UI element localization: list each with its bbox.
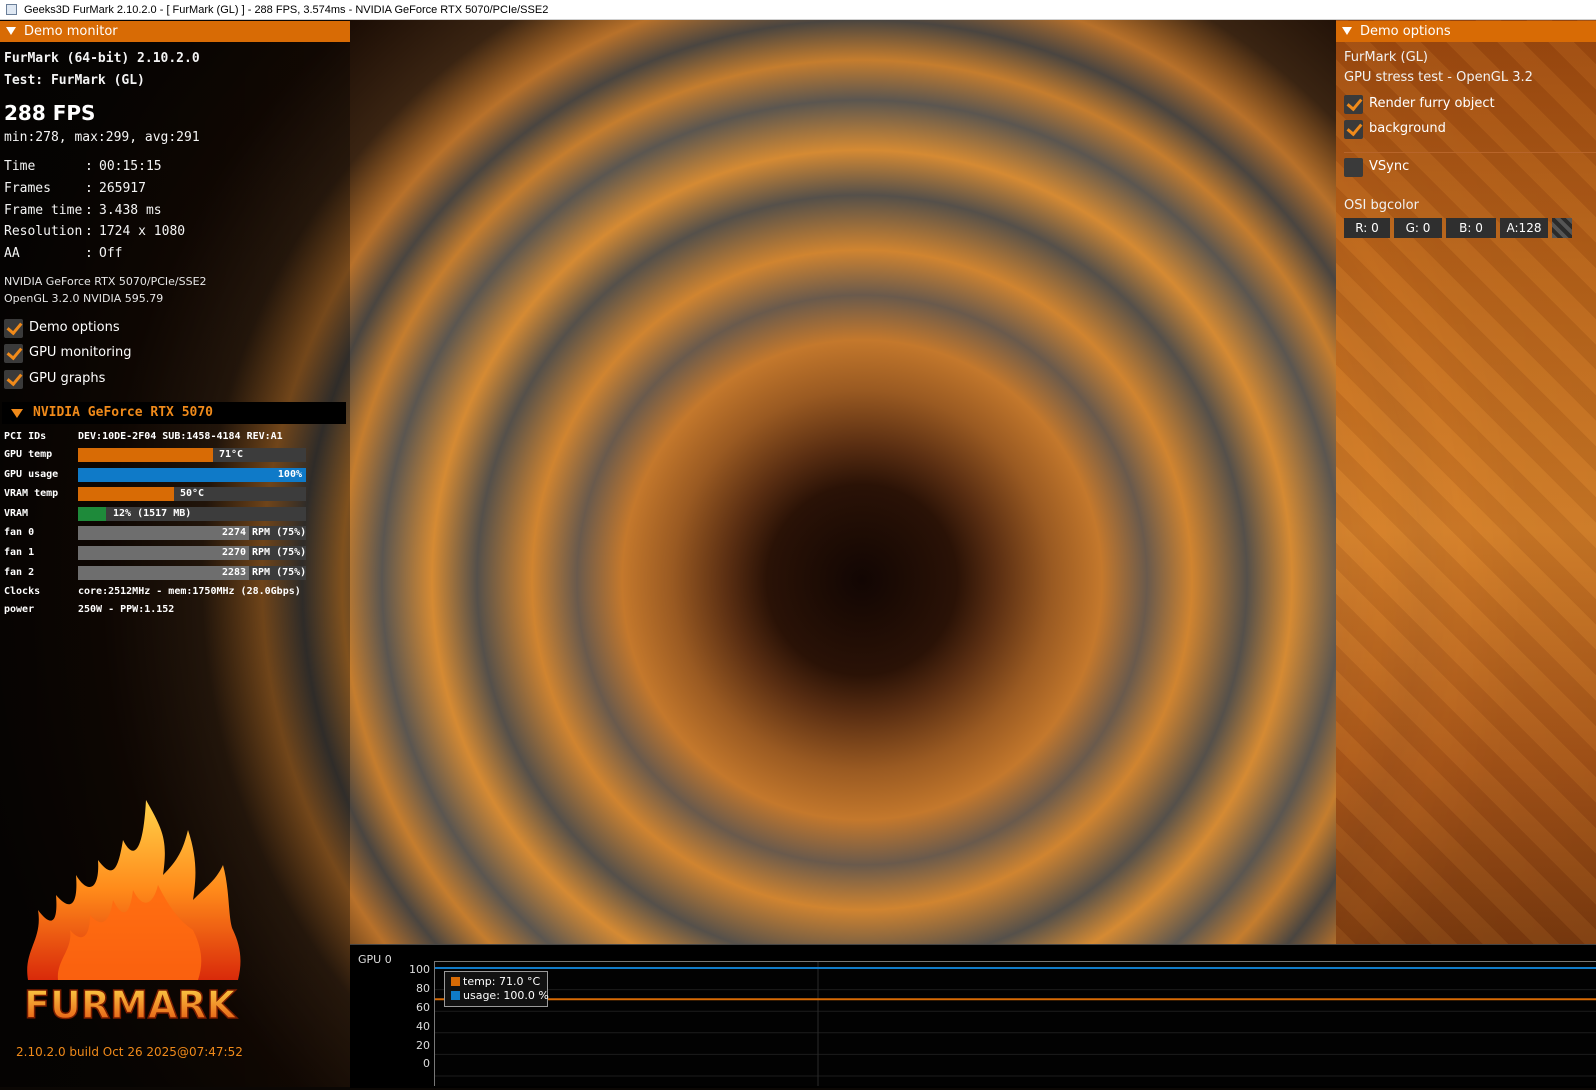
renderer-string: NVIDIA GeForce RTX 5070/PCIe/SSE2: [4, 275, 207, 288]
gpu-graph-panel: GPU 0 100 80 60 40 20 0 temp: 71.0 °C us…: [350, 944, 1596, 1088]
vram-temp-bar: 50°C: [78, 487, 306, 501]
demo-name: FurMark (GL): [1344, 50, 1428, 65]
flame-logo-icon: FURMARK: [23, 800, 241, 1028]
demo-options-panel: FurMark (GL) GPU stress test - OpenGL 3.…: [1336, 21, 1596, 951]
gpu-usage-bar: 100%: [78, 468, 306, 482]
vram-usage-bar: 12% (1517 MB): [78, 507, 306, 521]
fan-2-bar: 2283 RPM (75%): [78, 566, 306, 580]
stat-frames: Frames:265917: [4, 181, 146, 196]
graph-svg: [435, 962, 1596, 1086]
y-tick: 20: [416, 1039, 430, 1052]
checkbox-checked-icon[interactable]: [4, 369, 23, 389]
stat-time: Time:00:15:15: [4, 159, 162, 174]
checkbox-checked-icon[interactable]: [4, 318, 23, 338]
options-divider: [1344, 152, 1596, 153]
stat-aa: AA: Off: [4, 246, 123, 261]
collapse-triangle-icon: [11, 409, 23, 418]
furmark-logo: FURMARK: [18, 780, 248, 1030]
legend-swatch-usage: [451, 991, 460, 1000]
y-tick: 0: [423, 1057, 430, 1070]
bgcolor-a-field[interactable]: A:128: [1500, 218, 1548, 238]
y-tick: 100: [409, 963, 430, 976]
stat-resolution: Resolution:1724 x 1080: [4, 224, 186, 239]
y-tick: 60: [416, 1001, 430, 1014]
checkbox-unchecked-icon[interactable]: [1344, 158, 1363, 177]
bgcolor-g-field[interactable]: G: 0: [1394, 218, 1442, 238]
app-version-line: FurMark (64-bit) 2.10.2.0: [4, 51, 200, 66]
window-title: Geeks3D FurMark 2.10.2.0 - [ FurMark (GL…: [24, 4, 549, 16]
gpu-temp-bar: 71°C: [78, 448, 306, 462]
stat-frame-time: Frame time:3.438 ms: [4, 203, 162, 218]
demo-description: GPU stress test - OpenGL 3.2: [1344, 70, 1533, 85]
legend-usage: usage: 100.0 %: [451, 989, 549, 1003]
fps-value: 288 FPS: [4, 101, 96, 125]
svg-text:FURMARK: FURMARK: [24, 983, 238, 1027]
build-info: 2.10.2.0 build Oct 26 2025@07:47:52: [16, 1045, 243, 1059]
window-title-bar: Geeks3D FurMark 2.10.2.0 - [ FurMark (GL…: [0, 0, 1596, 20]
checkbox-checked-icon[interactable]: [1344, 94, 1363, 114]
gpu-section-header[interactable]: NVIDIA GeForce RTX 5070: [2, 402, 346, 424]
bgcolor-r-field[interactable]: R: 0: [1344, 218, 1390, 238]
checkbox-checked-icon[interactable]: [4, 343, 23, 363]
test-name-line: Test: FurMark (GL): [4, 73, 145, 88]
y-tick: 40: [416, 1020, 430, 1033]
graph-legend: temp: 71.0 °C usage: 100.0 %: [444, 971, 549, 1007]
graph-title: GPU 0: [358, 953, 392, 966]
bgcolor-label: OSI bgcolor: [1344, 198, 1419, 213]
opengl-version: OpenGL 3.2.0 NVIDIA 595.79: [4, 292, 164, 305]
fan-1-bar: 2270 RPM (75%): [78, 546, 306, 560]
bgcolor-swatch[interactable]: [1552, 218, 1572, 238]
app-window-icon: [6, 4, 17, 15]
y-tick: 80: [416, 982, 430, 995]
checkbox-checked-icon[interactable]: [1344, 119, 1363, 139]
fps-stats: min:278, max:299, avg:291: [4, 130, 200, 145]
graph-plot-area: [434, 961, 1596, 1086]
legend-swatch-temp: [451, 977, 460, 986]
fan-0-bar: 2274 RPM (75%): [78, 526, 306, 540]
bgcolor-b-field[interactable]: B: 0: [1446, 218, 1496, 238]
gpu-name: NVIDIA GeForce RTX 5070: [33, 405, 214, 420]
legend-temp: temp: 71.0 °C: [451, 975, 540, 989]
